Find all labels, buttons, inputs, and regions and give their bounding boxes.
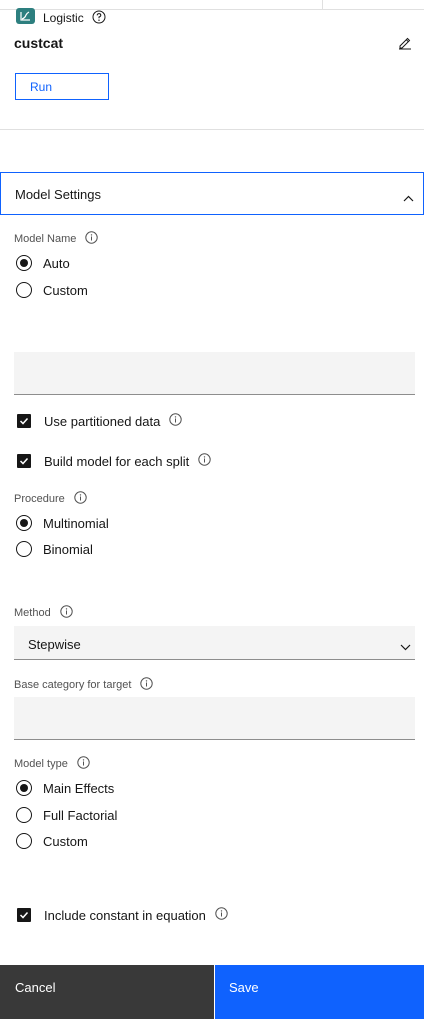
checkbox-build-model-each-split[interactable]: Build model for each split — [16, 453, 211, 469]
info-icon[interactable] — [74, 491, 87, 507]
radio-button[interactable] — [16, 833, 32, 849]
method-select[interactable]: Stepwise — [14, 626, 415, 660]
node-type-label: Logistic — [43, 11, 84, 25]
chevron-up-icon — [403, 189, 414, 207]
logistic-node-icon — [16, 8, 35, 24]
info-icon[interactable] — [169, 413, 183, 429]
radio-label: Multinomial — [43, 515, 109, 531]
info-icon[interactable] — [215, 907, 228, 923]
toolbar-separator — [322, 0, 323, 10]
accordion-title: Model Settings — [15, 187, 101, 202]
node-title: custcat — [14, 35, 64, 51]
model-type-label-text: Model type — [14, 757, 68, 770]
radio-button[interactable] — [16, 780, 32, 796]
method-label: Method — [14, 605, 73, 621]
model-settings-accordion[interactable]: Model Settings — [0, 172, 424, 215]
radio-procedure-multinomial[interactable]: Multinomial — [16, 515, 109, 531]
checkbox-label: Include constant in equation — [44, 907, 206, 923]
procedure-label: Procedure — [14, 491, 87, 507]
radio-button[interactable] — [16, 807, 32, 823]
radio-label: Binomial — [43, 541, 93, 557]
checkbox-checked[interactable] — [17, 908, 31, 922]
info-icon[interactable] — [85, 231, 99, 247]
radio-procedure-binomial[interactable]: Binomial — [16, 541, 93, 557]
radio-label: Custom — [43, 282, 88, 298]
save-button[interactable]: Save — [215, 965, 424, 1019]
radio-model-type-custom[interactable]: Custom — [16, 833, 88, 849]
checkbox-label: Use partitioned data — [44, 413, 161, 429]
radio-label: Custom — [43, 833, 88, 849]
checkbox-checked[interactable] — [17, 414, 31, 428]
help-icon[interactable] — [92, 10, 106, 29]
edit-icon[interactable] — [398, 36, 412, 55]
procedure-label-text: Procedure — [14, 492, 65, 505]
chevron-down-icon — [400, 638, 411, 656]
base-category-input[interactable] — [14, 697, 415, 740]
method-select-value: Stepwise — [28, 637, 81, 652]
divider — [0, 129, 424, 130]
method-label-text: Method — [14, 606, 51, 619]
radio-button[interactable] — [16, 541, 32, 557]
radio-label: Full Factorial — [43, 807, 118, 823]
cancel-button[interactable]: Cancel — [0, 965, 214, 1019]
radio-button[interactable] — [16, 515, 32, 531]
base-category-label: Base category for target — [14, 677, 154, 693]
top-toolbar-edge — [0, 0, 424, 10]
radio-label: Main Effects — [43, 780, 115, 796]
radio-model-name-auto[interactable]: Auto — [16, 255, 70, 271]
info-icon[interactable] — [198, 453, 211, 469]
radio-model-type-full-factorial[interactable]: Full Factorial — [16, 807, 117, 823]
run-button[interactable]: Run — [15, 73, 109, 100]
base-category-label-text: Base category for target — [14, 678, 132, 691]
checkbox-use-partitioned-data[interactable]: Use partitioned data — [16, 413, 183, 429]
radio-button[interactable] — [16, 255, 32, 271]
radio-button[interactable] — [16, 282, 32, 298]
model-type-label: Model type — [14, 756, 90, 772]
model-name-label-text: Model Name — [14, 232, 77, 245]
checkbox-label: Build model for each split — [44, 453, 190, 469]
info-icon[interactable] — [77, 756, 90, 772]
checkbox-checked[interactable] — [17, 454, 31, 468]
info-icon[interactable] — [60, 605, 73, 621]
radio-model-name-custom[interactable]: Custom — [16, 282, 88, 298]
model-name-label: Model Name — [14, 231, 99, 247]
checkbox-include-constant[interactable]: Include constant in equation — [16, 907, 228, 923]
radio-label: Auto — [43, 255, 70, 271]
custom-model-name-input[interactable] — [14, 352, 415, 395]
radio-model-type-main-effects[interactable]: Main Effects — [16, 780, 114, 796]
info-icon[interactable] — [140, 677, 154, 693]
